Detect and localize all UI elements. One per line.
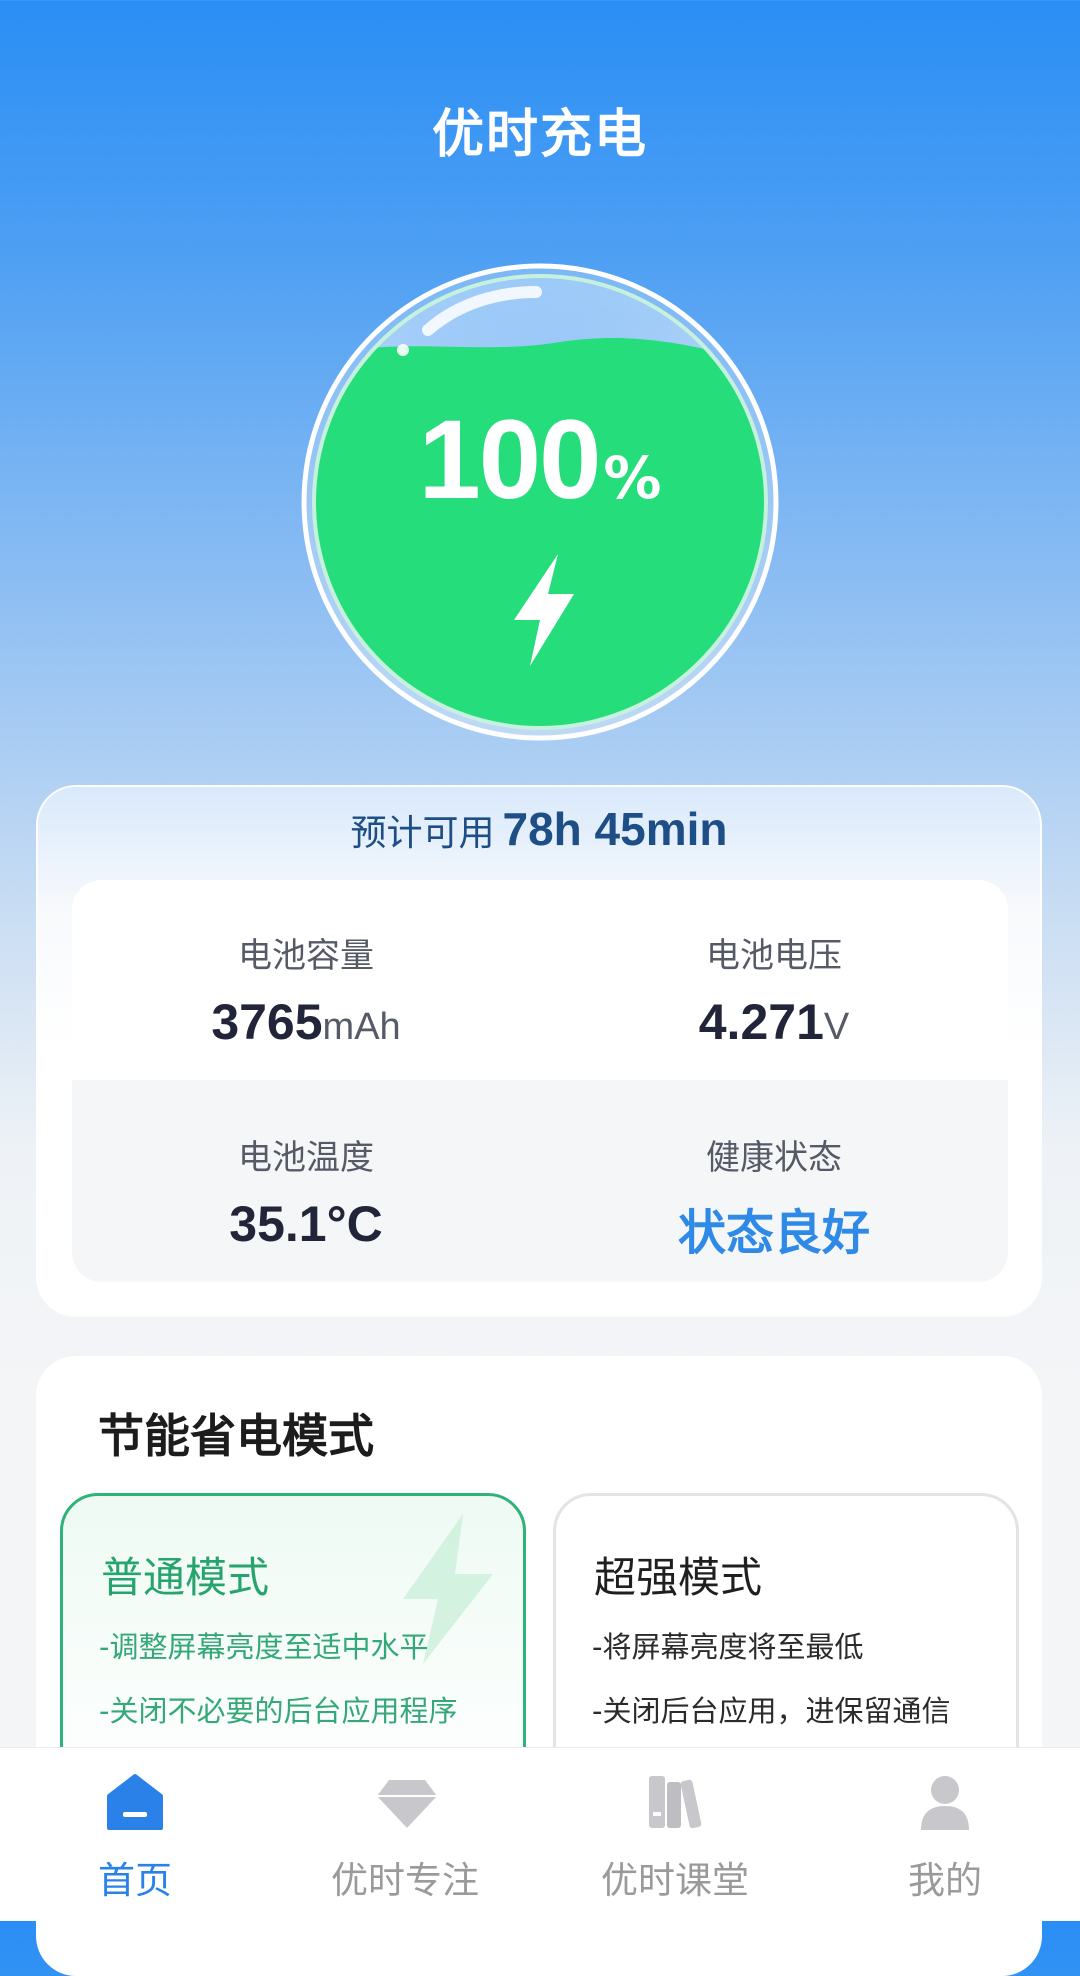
nav-item-focus[interactable]: 优时专注 [270, 1748, 540, 1921]
books-icon [649, 1776, 702, 1829]
page-title: 优时充电 [431, 105, 648, 165]
stat-temperature: 电池温度 35.1°C [72, 1130, 540, 1253]
home-icon [107, 1774, 163, 1830]
super-mode-desc-2: -关闭后台应用，进保留通信 [592, 1694, 951, 1728]
battery-stats-grid: 电池容量 3765mAh 电池电压 4.271V 电池温度 35.1°C 健康状… [72, 880, 1008, 1282]
stat-health: 健康状态 状态良好 [540, 1130, 1008, 1263]
stat-capacity: 电池容量 3765mAh [72, 928, 540, 1051]
battery-percent: 100% [300, 395, 780, 524]
person-icon [921, 1776, 969, 1830]
power-saving-title: 节能省电模式 [98, 1409, 374, 1463]
stat-health-value: 状态良好 [677, 1205, 870, 1261]
stat-capacity-label: 电池容量 [238, 936, 374, 976]
estimated-time-value: 78h 45min [502, 803, 728, 855]
nav-item-classroom-label: 优时课堂 [601, 1859, 749, 1902]
nav-item-focus-label: 优时专注 [331, 1859, 479, 1902]
nav-item-classroom[interactable]: 优时课堂 [540, 1748, 810, 1921]
nav-item-home-label: 首页 [98, 1859, 172, 1902]
stat-voltage-value: 4.271 [698, 994, 824, 1050]
stat-capacity-unit: mAh [322, 1006, 401, 1048]
stat-voltage-label: 电池电压 [706, 936, 842, 976]
estimated-time: 预计可用 78h 45min [36, 802, 1042, 856]
normal-mode-name: 普通模式 [101, 1553, 270, 1602]
stat-health-label: 健康状态 [706, 1138, 842, 1178]
diamond-icon [377, 1780, 437, 1828]
stat-capacity-value: 3765 [211, 994, 323, 1050]
stat-voltage: 电池电压 4.271V [540, 928, 1008, 1051]
normal-mode-desc-1: -调整屏幕亮度至适中水平 [99, 1630, 429, 1664]
normal-mode-desc-2: -关闭不必要的后台应用程序 [99, 1694, 458, 1728]
stat-voltage-unit: V [823, 1006, 850, 1048]
stat-temperature-value: 35.1°C [229, 1196, 383, 1252]
battery-percent-value: 100 [418, 397, 602, 522]
nav-item-profile[interactable]: 我的 [810, 1748, 1080, 1921]
estimated-time-label: 预计可用 [350, 813, 495, 854]
nav-item-home[interactable]: 首页 [0, 1748, 270, 1921]
nav-item-profile-label: 我的 [908, 1859, 982, 1902]
stat-temperature-label: 电池温度 [238, 1138, 374, 1178]
bottom-nav: 首页 优时专注 优时课堂 我的 [0, 1747, 1080, 1921]
super-mode-name: 超强模式 [594, 1553, 763, 1602]
battery-percent-unit: % [603, 444, 662, 512]
super-mode-desc-1: -将屏幕亮度将至最低 [592, 1630, 864, 1664]
